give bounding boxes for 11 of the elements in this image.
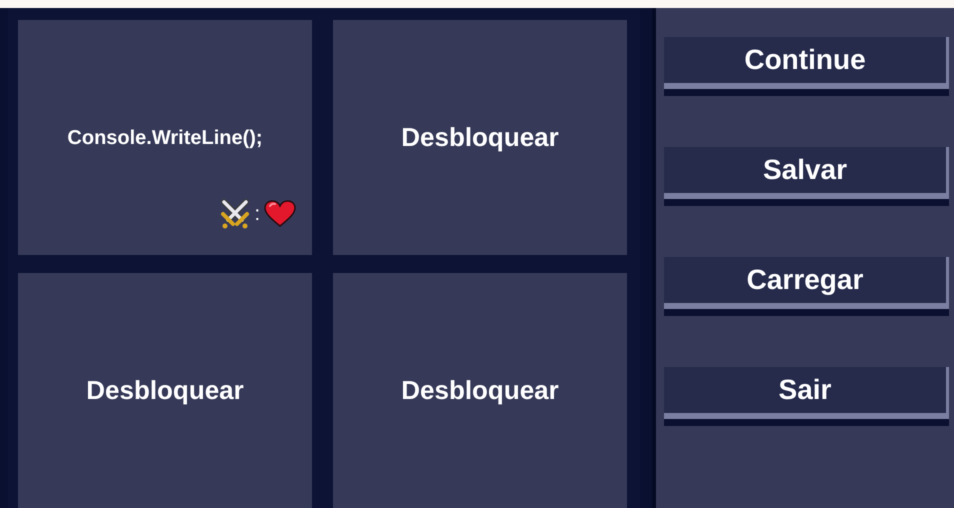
- locked-slot[interactable]: Desbloquear: [333, 272, 627, 508]
- unlock-label: Desbloquear: [401, 374, 559, 406]
- separator-text: :: [254, 202, 260, 227]
- slot-code-text: Console.WriteLine();: [67, 126, 263, 150]
- crossed-swords-icon: [220, 199, 250, 229]
- heart-icon: [264, 200, 296, 228]
- locked-slot[interactable]: Desbloquear: [18, 272, 312, 508]
- save-slot[interactable]: Console.WriteLine(); :: [18, 20, 312, 255]
- unlock-label: Desbloquear: [401, 121, 559, 154]
- locked-slot[interactable]: Desbloquear: [333, 20, 627, 255]
- unlock-label: Desbloquear: [86, 374, 244, 406]
